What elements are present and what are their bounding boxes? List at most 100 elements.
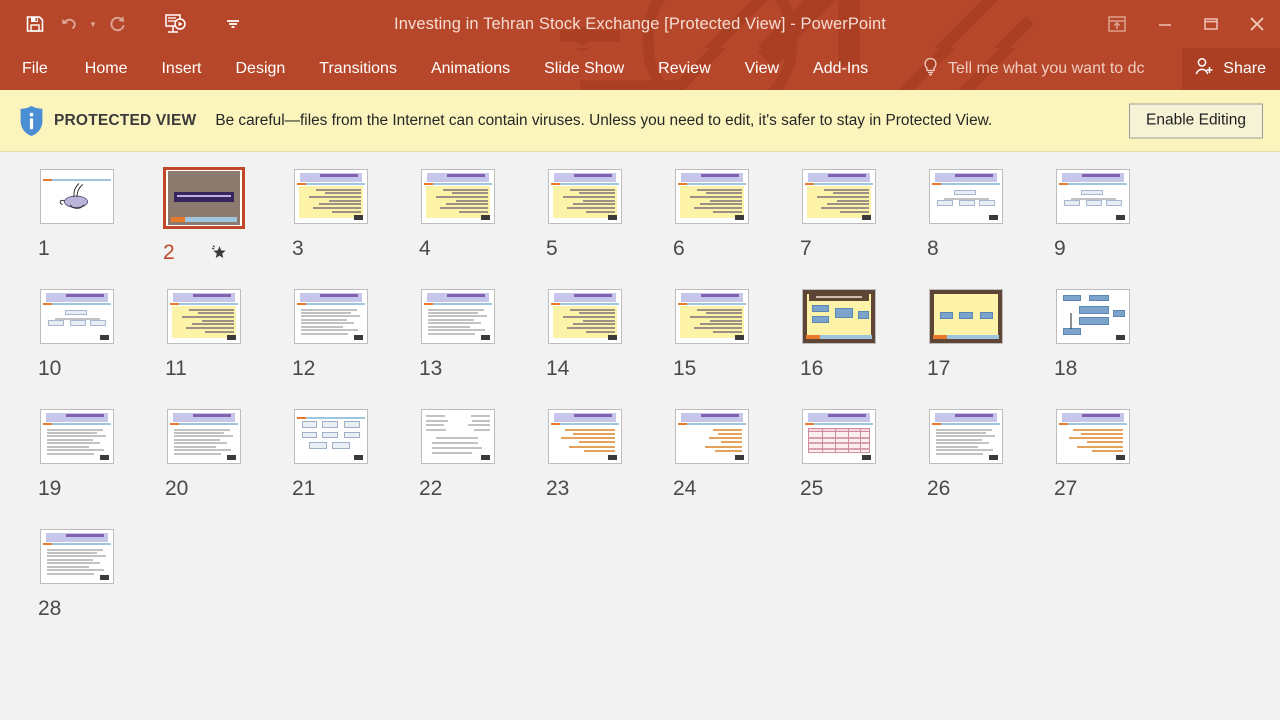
slide-number: 25 (800, 476, 824, 500)
tell-me-placeholder: Tell me what you want to dc (948, 60, 1145, 77)
slide-thumbnail-cell[interactable]: 11 (149, 287, 276, 407)
slide-meta: 15 (673, 355, 773, 381)
slide-thumbnail-cell[interactable]: 1 (22, 167, 149, 287)
slide-meta: 3 (292, 235, 392, 261)
tab-insert[interactable]: Insert (144, 48, 218, 90)
slide-thumbnail-cell[interactable]: 5 (530, 167, 657, 287)
undo-dropdown-icon[interactable]: ▼ (86, 9, 100, 39)
slide-number: 27 (1054, 476, 1078, 500)
slide-thumbnail-cell[interactable]: 24 (657, 407, 784, 527)
slide-grid: 1 2 3 4 5 6 7 8 9 10 11 12 13 14 15 16 1… (0, 167, 1280, 647)
tab-review[interactable]: Review (641, 48, 727, 90)
slide-number: 17 (927, 356, 951, 380)
tab-add-ins[interactable]: Add-Ins (796, 48, 885, 90)
slide-thumbnail-cell[interactable]: 3 (276, 167, 403, 287)
slide-thumbnail[interactable] (1054, 167, 1132, 225)
slide-thumbnail[interactable] (419, 407, 497, 465)
slide-thumbnail-cell[interactable]: 19 (22, 407, 149, 527)
slide-meta: 11 (165, 355, 265, 381)
slide-number: 24 (673, 476, 697, 500)
slide-thumbnail-cell[interactable]: 20 (149, 407, 276, 527)
slide-thumbnail-cell[interactable]: 26 (911, 407, 1038, 527)
slide-meta: 8 (927, 235, 1027, 261)
restore-icon[interactable] (1188, 0, 1234, 48)
tab-animations[interactable]: Animations (414, 48, 527, 90)
slide-thumbnail-cell[interactable]: 18 (1038, 287, 1165, 407)
slide-meta: 17 (927, 355, 1027, 381)
slide-thumbnail-cell[interactable]: 28 (22, 527, 149, 647)
slide-thumbnail-cell[interactable]: 6 (657, 167, 784, 287)
slide-thumbnail-cell[interactable]: 10 (22, 287, 149, 407)
slide-thumbnail-cell[interactable]: 7 (784, 167, 911, 287)
slide-thumbnail[interactable] (673, 167, 751, 225)
slide-thumbnail[interactable] (546, 287, 624, 345)
slide-thumbnail-cell[interactable]: 13 (403, 287, 530, 407)
redo-icon[interactable] (100, 9, 134, 39)
slide-number: 10 (38, 356, 62, 380)
slide-thumbnail[interactable] (1054, 287, 1132, 345)
animation-star-icon[interactable] (211, 244, 228, 261)
slide-number: 20 (165, 476, 189, 500)
slide-thumbnail[interactable] (927, 167, 1005, 225)
slide-thumbnail[interactable] (800, 167, 878, 225)
slide-thumbnail-cell[interactable]: 8 (911, 167, 1038, 287)
close-icon[interactable] (1234, 0, 1280, 48)
slide-number: 6 (673, 236, 685, 260)
slide-thumbnail[interactable] (673, 287, 751, 345)
slide-thumbnail[interactable] (800, 287, 878, 345)
slide-thumbnail-cell[interactable]: 9 (1038, 167, 1165, 287)
tell-me-search[interactable]: Tell me what you want to dc (922, 48, 1192, 90)
slide-meta: 7 (800, 235, 900, 261)
tab-slide-show[interactable]: Slide Show (527, 48, 641, 90)
slide-thumbnail-cell[interactable]: 23 (530, 407, 657, 527)
slide-thumbnail-cell[interactable]: 25 (784, 407, 911, 527)
share-button[interactable]: Share (1182, 48, 1280, 90)
slide-thumbnail[interactable] (927, 407, 1005, 465)
slide-thumbnail[interactable] (38, 527, 116, 585)
slide-thumbnail[interactable] (165, 287, 243, 345)
slide-thumbnail-cell[interactable]: 12 (276, 287, 403, 407)
title-bar: ▼ Investing in Tehran Stock Exchange [Pr… (0, 0, 1280, 48)
slide-thumbnail[interactable] (163, 167, 245, 229)
tab-design[interactable]: Design (218, 48, 302, 90)
slide-thumbnail[interactable] (927, 287, 1005, 345)
tab-transitions[interactable]: Transitions (302, 48, 414, 90)
slide-thumbnail[interactable] (1054, 407, 1132, 465)
enable-editing-button[interactable]: Enable Editing (1129, 103, 1263, 138)
slide-thumbnail-cell[interactable]: 16 (784, 287, 911, 407)
slide-thumbnail-cell[interactable]: 27 (1038, 407, 1165, 527)
slide-meta: 2 (163, 239, 265, 265)
slide-thumbnail[interactable] (419, 167, 497, 225)
slide-thumbnail[interactable] (38, 287, 116, 345)
slide-thumbnail[interactable] (546, 167, 624, 225)
slide-thumbnail[interactable] (800, 407, 878, 465)
ribbon-display-options-icon[interactable] (1092, 0, 1142, 48)
slide-thumbnail-cell[interactable]: 15 (657, 287, 784, 407)
slide-thumbnail[interactable] (165, 407, 243, 465)
tab-home[interactable]: Home (68, 48, 145, 90)
slide-thumbnail-cell[interactable]: 22 (403, 407, 530, 527)
slide-thumbnail[interactable] (38, 167, 116, 225)
slide-thumbnail-cell[interactable]: 4 (403, 167, 530, 287)
customize-qat-icon[interactable] (220, 9, 246, 39)
tab-view[interactable]: View (728, 48, 796, 90)
slide-thumbnail[interactable] (292, 167, 370, 225)
minimize-icon[interactable] (1142, 0, 1188, 48)
slide-thumbnail[interactable] (419, 287, 497, 345)
save-icon[interactable] (18, 9, 52, 39)
slide-thumbnail-cell[interactable]: 17 (911, 287, 1038, 407)
slide-thumbnail[interactable] (292, 287, 370, 345)
undo-icon[interactable] (52, 9, 86, 39)
tab-file[interactable]: File (0, 48, 68, 90)
slide-thumbnail-cell[interactable]: 14 (530, 287, 657, 407)
slide-thumbnail[interactable] (292, 407, 370, 465)
slide-meta: 24 (673, 475, 773, 501)
start-slideshow-icon[interactable] (158, 9, 192, 39)
slide-sorter-pane[interactable]: 1 2 3 4 5 6 7 8 9 10 11 12 13 14 15 16 1… (0, 152, 1280, 719)
slide-thumbnail-cell[interactable]: 21 (276, 407, 403, 527)
slide-thumbnail[interactable] (673, 407, 751, 465)
slide-thumbnail[interactable] (38, 407, 116, 465)
slide-thumbnail[interactable] (546, 407, 624, 465)
slide-thumbnail-cell[interactable]: 2 (149, 167, 276, 287)
share-person-icon (1194, 57, 1215, 81)
